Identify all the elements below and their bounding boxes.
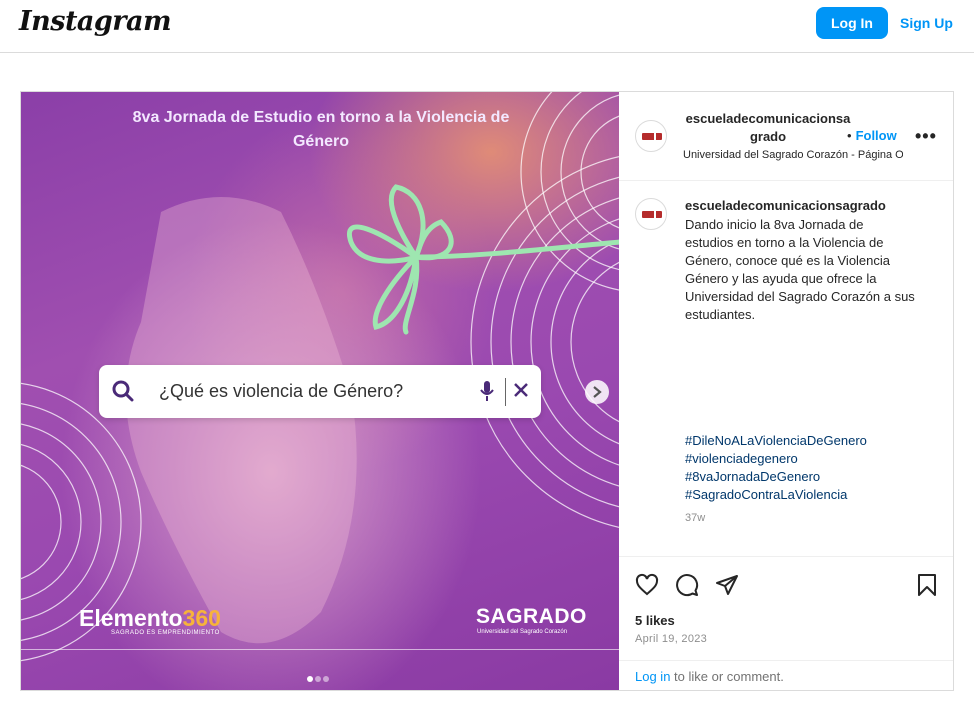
elemento360-logo: Elemento360 [79, 605, 221, 631]
caption: escueladecomunicacionsagrado Dando inici… [619, 182, 953, 552]
media-title: 8va Jornada de Estudio en torno a la Vio… [132, 109, 510, 150]
follow-button[interactable]: • Follow [847, 128, 897, 143]
post-header: escueladecomunicacionsagrado • Follow •••… [619, 92, 953, 181]
sagrado-logo: SAGRADO [476, 605, 587, 628]
caption-username[interactable]: escueladecomunicacionsagrado [685, 198, 886, 213]
caption-time[interactable]: 37w [685, 512, 705, 524]
signup-link[interactable]: Sign Up [900, 7, 953, 39]
carousel-indicator [307, 669, 331, 687]
post-location[interactable]: Universidad del Sagrado Corazón - Página… [683, 149, 903, 161]
media-divider [21, 649, 619, 650]
post-details: escueladecomunicacionsagrado • Follow •••… [619, 92, 953, 690]
search-text: ¿Qué es violencia de Género? [159, 381, 404, 401]
carousel-dot [315, 676, 321, 682]
login-link[interactable]: Log in [635, 669, 670, 684]
microphone-icon [480, 381, 494, 401]
login-prompt-text: Log in to like or comment. [635, 669, 784, 684]
chevron-right-icon [593, 386, 602, 398]
search-graphic: ¿Qué es violencia de Género? [99, 365, 541, 418]
carousel-dot [307, 676, 313, 682]
hashtag-link[interactable]: #SagradoContraLaViolencia [685, 486, 867, 504]
carousel-dot [323, 676, 329, 682]
hashtag-link[interactable]: #DileNoALaViolenciaDeGenero [685, 432, 867, 450]
like-count[interactable]: 5 likes [635, 613, 675, 628]
hashtag-link[interactable]: #8vaJornadaDeGenero [685, 468, 867, 486]
more-options-icon[interactable]: ••• [915, 126, 937, 147]
instagram-logo[interactable]: Instagram [19, 6, 172, 37]
hashtag-link[interactable]: #violenciadegenero [685, 450, 867, 468]
post-date[interactable]: April 19, 2023 [635, 633, 707, 645]
top-nav: Instagram Log In Sign Up [0, 0, 974, 53]
login-prompt: Log in to like or comment. [619, 660, 953, 690]
post-card: 8va Jornada de Estudio en torno a la Vio… [20, 91, 954, 691]
post-username[interactable]: escueladecomunicacionsagrado [683, 110, 853, 146]
elemento360-tagline: SAGRADO ES EMPRENDIMIENTO [111, 630, 220, 636]
avatar[interactable] [635, 120, 667, 152]
sagrado-tagline: Universidad del Sagrado Corazón [477, 629, 568, 635]
hashtag-list: #DileNoALaViolenciaDeGenero #violenciade… [685, 432, 867, 504]
login-button[interactable]: Log In [816, 7, 888, 39]
comment-icon[interactable] [675, 573, 699, 597]
search-divider [505, 378, 506, 406]
caption-text: Dando inicio la 8va Jornada de estudios … [685, 217, 915, 322]
heart-icon[interactable] [635, 573, 659, 597]
avatar[interactable] [635, 198, 667, 230]
share-icon[interactable] [715, 573, 739, 597]
action-bar: 5 likes April 19, 2023 [619, 556, 953, 660]
close-icon [514, 383, 528, 397]
next-slide-button[interactable] [585, 380, 609, 404]
post-media: 8va Jornada de Estudio en torno a la Vio… [21, 92, 619, 690]
bookmark-icon[interactable] [915, 573, 939, 597]
search-icon [112, 380, 134, 402]
